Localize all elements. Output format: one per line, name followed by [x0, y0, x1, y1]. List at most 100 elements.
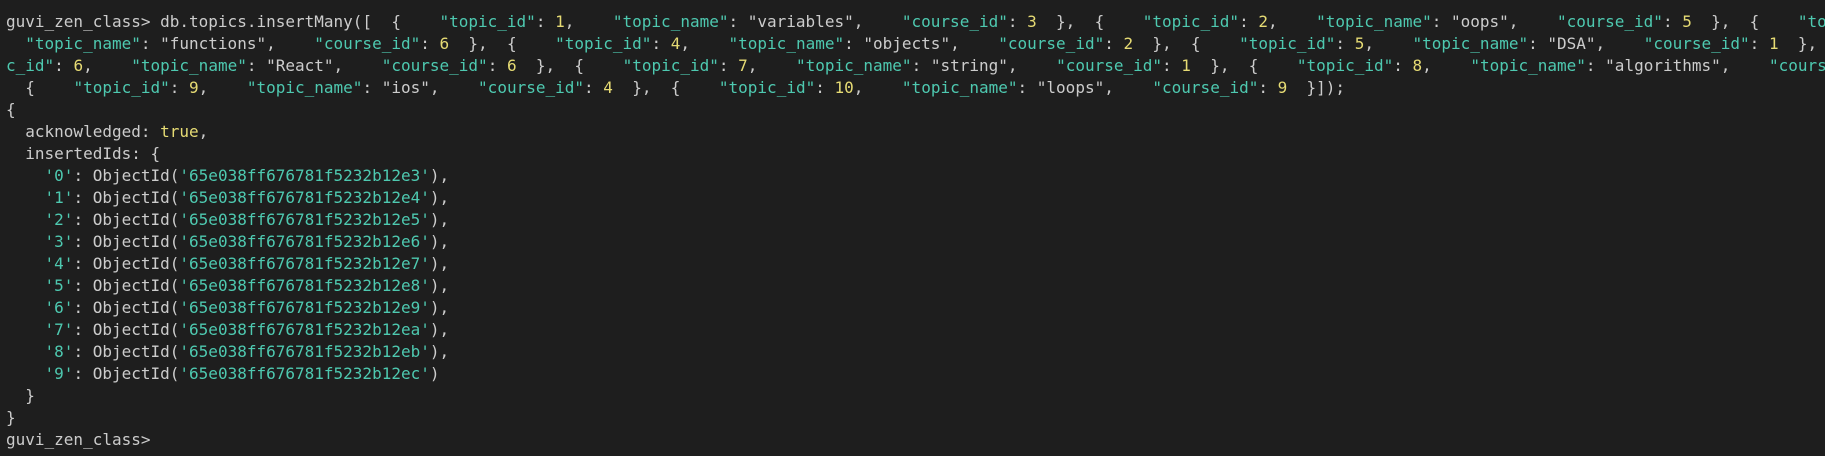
command-token: 6: [506, 56, 517, 75]
command-token: :: [584, 78, 604, 97]
acknowledged-line: acknowledged: true,: [25, 122, 209, 141]
prompt-line[interactable]: guvi_zen_class>: [6, 429, 1825, 451]
inserted-id-row: '2': ObjectId('65e038ff676781f5232b12e5'…: [44, 210, 450, 229]
command-token: 2: [1123, 34, 1134, 53]
command-token: :: [1162, 56, 1182, 75]
command-token: 2: [1258, 12, 1268, 31]
command-token: :: [815, 78, 835, 97]
command-token: "course_id": [998, 34, 1105, 53]
command-token: ,: [950, 34, 999, 53]
command-token: ,: [853, 78, 902, 97]
command-token: "topic_id": [73, 78, 170, 97]
command-token: }, {: [1133, 34, 1240, 53]
command-token: :: [54, 56, 74, 75]
command-token: }, {: [1691, 12, 1798, 31]
inserted-id-index: '7': [44, 320, 74, 339]
result-close-brace: }: [6, 408, 16, 427]
command-token: 7: [738, 56, 748, 75]
command-token: :: [1662, 12, 1683, 31]
command-token: "oops": [1451, 12, 1509, 31]
command-token: }, {: [516, 56, 623, 75]
command-token: 1: [1768, 34, 1779, 53]
object-id-function: ObjectId: [92, 210, 170, 229]
command-token: :: [362, 78, 382, 97]
inserted-id-index: '2': [44, 210, 74, 229]
acknowledged-value: true: [160, 122, 199, 141]
inserted-ids-key: insertedIds: [25, 144, 132, 163]
inserted-id-index: '8': [44, 342, 74, 361]
command-token: :: [1258, 78, 1278, 97]
command-token: c_id": [6, 56, 55, 75]
command-token: :: [728, 12, 748, 31]
command-line-4: { "topic_id": 9, "topic_name": "ios", "c…: [6, 77, 1825, 99]
command-token: "course_id": [1056, 56, 1163, 75]
command-token: "topic_name": [1412, 34, 1529, 53]
command-token: :: [246, 56, 267, 75]
command-token: guvi_zen_class> db.topics.insertMany([ {: [6, 12, 440, 31]
object-id-function: ObjectId: [92, 298, 170, 317]
command-token: :: [1585, 56, 1606, 75]
command-token: :: [420, 34, 440, 53]
command-token: "topic_name": [612, 12, 729, 31]
command-token: :: [1528, 34, 1548, 53]
command-token: ,: [83, 56, 132, 75]
command-token: :: [169, 78, 190, 97]
command-token: "course_id": [478, 78, 585, 97]
command-token: 9: [1277, 78, 1288, 97]
inserted-id-index: '4': [44, 254, 74, 273]
object-id-function: ObjectId: [92, 166, 170, 185]
inserted-id-row: '9': ObjectId('65e038ff676781f5232b12ec'…: [44, 364, 440, 383]
command-token: ,: [198, 78, 247, 97]
acknowledged-key: acknowledged: [25, 122, 141, 141]
command-token: "topic_id": [1296, 56, 1394, 75]
command-line-1: guvi_zen_class> db.topics.insertMany([ {…: [6, 11, 1825, 33]
command-token: :: [911, 56, 931, 75]
command-token: :: [1749, 34, 1769, 53]
command-token: ,: [1104, 78, 1153, 97]
inserted-id-row: '7': ObjectId('65e038ff676781f5232b12ea'…: [44, 320, 450, 339]
inserted-id-row: '5': ObjectId('65e038ff676781f5232b12e8'…: [44, 276, 450, 295]
inserted-ids-line: insertedIds: {: [25, 144, 161, 163]
command-token: ,: [1422, 56, 1471, 75]
command-token: "DSA": [1547, 34, 1596, 53]
command-token: ,: [747, 56, 796, 75]
command-token: 4: [603, 78, 613, 97]
inserted-id-index: '9': [44, 364, 74, 383]
inserted-id-index: '6': [44, 298, 74, 317]
command-token: }, {: [612, 78, 719, 97]
inserted-id-value: '65e038ff676781f5232b12eb': [179, 342, 430, 361]
inserted-id-value: '65e038ff676781f5232b12e3': [179, 166, 430, 185]
object-id-function: ObjectId: [92, 342, 170, 361]
command-token: ,: [1595, 34, 1644, 53]
inserted-id-value: '65e038ff676781f5232b12e5': [179, 210, 430, 229]
command-token: ,: [853, 12, 902, 31]
inserted-id-value: '65e038ff676781f5232b12e9': [179, 298, 430, 317]
command-token: :: [1393, 56, 1413, 75]
terminal-window[interactable]: guvi_zen_class> db.topics.insertMany([ {…: [0, 0, 1825, 456]
object-id-function: ObjectId: [92, 188, 170, 207]
inserted-id-value: '65e038ff676781f5232b12ea': [179, 320, 430, 339]
command-token: :: [651, 34, 671, 53]
command-token: 9: [189, 78, 199, 97]
command-token: "course_id": [1556, 12, 1663, 31]
command-token: ,: [266, 34, 315, 53]
command-token: :: [1104, 34, 1124, 53]
object-id-function: ObjectId: [92, 254, 170, 273]
command-token: "course_id": [314, 34, 421, 53]
command-token: [6, 34, 25, 53]
command-token: "topic_id": [718, 78, 816, 97]
command-token: "topic_name": [131, 56, 247, 75]
command-token: 10: [834, 78, 854, 97]
command-token: "variables": [747, 12, 854, 31]
inserted-id-value: '65e038ff676781f5232b12e6': [179, 232, 430, 251]
command-token: ,: [429, 78, 479, 97]
command-token: ,: [1720, 56, 1769, 75]
command-token: }, {: [1190, 56, 1297, 75]
command-token: 8: [1412, 56, 1423, 75]
inserted-id-index: '1': [44, 188, 74, 207]
inserted-id-row: '1': ObjectId('65e038ff676781f5232b12e4'…: [44, 188, 450, 207]
command-line-2: "topic_name": "functions", "course_id": …: [6, 33, 1825, 55]
inserted-id-value: '65e038ff676781f5232b12e4': [179, 188, 430, 207]
inserted-id-row: '8': ObjectId('65e038ff676781f5232b12eb'…: [44, 342, 450, 361]
command-token: :: [1007, 12, 1028, 31]
